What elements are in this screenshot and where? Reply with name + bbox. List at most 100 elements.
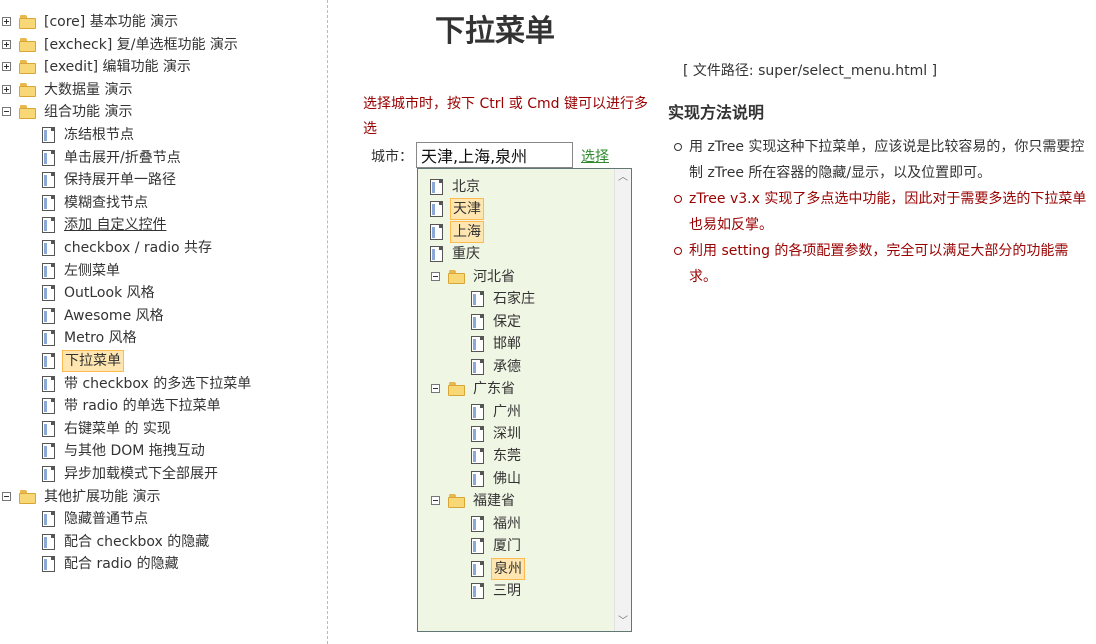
- demo-tree-item[interactable]: Metro 风格: [42, 327, 139, 349]
- demo-tree-item[interactable]: 异步加载模式下全部展开: [42, 463, 220, 485]
- demo-tree-item[interactable]: 添加 自定义控件: [42, 214, 168, 236]
- demo-tree-item[interactable]: 带 checkbox 的多选下拉菜单: [42, 373, 253, 395]
- demo-tree-item[interactable]: 单击展开/折叠节点: [42, 147, 183, 169]
- demo-tree-item[interactable]: 保持展开单一路径: [42, 169, 178, 191]
- city-tree-item[interactable]: 广州: [471, 401, 523, 423]
- tree-node-label[interactable]: 保持展开单一路径: [62, 170, 178, 190]
- demo-tree-item[interactable]: 冻结根节点: [42, 124, 136, 146]
- collapse-icon[interactable]: [1, 106, 13, 118]
- city-tree-item[interactable]: 上海: [430, 220, 484, 243]
- tree-node-label[interactable]: 配合 checkbox 的隐藏: [62, 532, 211, 552]
- city-tree-item[interactable]: 北京: [430, 176, 482, 198]
- city-tree-item[interactable]: 福州: [471, 513, 523, 535]
- expand-icon[interactable]: [1, 84, 13, 96]
- tree-node-label[interactable]: 广州: [491, 402, 523, 422]
- tree-node-label[interactable]: 冻结根节点: [62, 125, 136, 145]
- tree-node-label[interactable]: 东莞: [491, 446, 523, 466]
- tree-node-label[interactable]: 带 checkbox 的多选下拉菜单: [62, 374, 253, 394]
- tree-node-label[interactable]: 三明: [491, 581, 523, 601]
- expand-icon[interactable]: [1, 61, 13, 73]
- tree-node-label[interactable]: 泉州: [491, 557, 525, 580]
- demo-tree-item[interactable]: 右键菜单 的 实现: [42, 418, 173, 440]
- tree-node-label[interactable]: 天津: [450, 198, 484, 221]
- tree-node-label[interactable]: 下拉菜单: [62, 350, 124, 372]
- tree-node-label[interactable]: 右键菜单 的 实现: [62, 419, 173, 439]
- tree-node-label[interactable]: 石家庄: [491, 289, 537, 309]
- collapse-icon[interactable]: [430, 495, 442, 507]
- tree-node-label[interactable]: 添加 自定义控件: [62, 215, 168, 235]
- city-tree-item[interactable]: 邯郸: [471, 333, 523, 355]
- demo-tree-item[interactable]: 组合功能 演示: [1, 101, 134, 123]
- tree-node-label[interactable]: 重庆: [450, 244, 482, 264]
- city-tree-item[interactable]: 泉州: [471, 557, 525, 580]
- city-tree-item[interactable]: 三明: [471, 580, 523, 602]
- tree-node-label[interactable]: 上海: [450, 220, 484, 243]
- select-link[interactable]: 选择: [581, 146, 609, 166]
- tree-node-label[interactable]: 大数据量 演示: [42, 80, 134, 100]
- city-tree-item[interactable]: 河北省: [430, 266, 517, 288]
- file-icon: [430, 246, 443, 263]
- tree-node-label[interactable]: 保定: [491, 312, 523, 332]
- demo-tree-item[interactable]: 大数据量 演示: [1, 79, 134, 101]
- tree-node-label[interactable]: OutLook 风格: [62, 283, 157, 303]
- tree-node-label[interactable]: 隐藏普通节点: [62, 509, 150, 529]
- file-icon: [430, 201, 443, 218]
- tree-node-label[interactable]: 福建省: [471, 491, 517, 511]
- tree-node-label[interactable]: 配合 radio 的隐藏: [62, 554, 181, 574]
- city-tree-item[interactable]: 保定: [471, 311, 523, 333]
- dropdown-scrollbar[interactable]: ︿ ﹀: [614, 169, 631, 631]
- tree-node-label[interactable]: 单击展开/折叠节点: [62, 148, 183, 168]
- file-path: [ 文件路径: super/select_menu.html ]: [683, 63, 938, 79]
- tree-node-label[interactable]: 佛山: [491, 469, 523, 489]
- demo-tree-item[interactable]: [exedit] 编辑功能 演示: [1, 56, 193, 78]
- city-input[interactable]: [416, 142, 573, 168]
- city-tree-item[interactable]: 承德: [471, 356, 523, 378]
- tree-node-label[interactable]: checkbox / radio 共存: [62, 238, 214, 258]
- city-tree-item[interactable]: 佛山: [471, 468, 523, 490]
- tree-node-label[interactable]: 福州: [491, 514, 523, 534]
- city-tree-item[interactable]: 东莞: [471, 445, 523, 467]
- collapse-icon[interactable]: [430, 271, 442, 283]
- tree-node-label[interactable]: 承德: [491, 357, 523, 377]
- tree-node-label[interactable]: 组合功能 演示: [42, 102, 134, 122]
- demo-tree-item[interactable]: OutLook 风格: [42, 282, 157, 304]
- tree-node-label[interactable]: 河北省: [471, 267, 517, 287]
- tree-node-label[interactable]: Metro 风格: [62, 328, 139, 348]
- tree-node-label[interactable]: 广东省: [471, 379, 517, 399]
- city-tree-item[interactable]: 石家庄: [471, 288, 537, 310]
- city-tree-item[interactable]: 深圳: [471, 423, 523, 445]
- demo-tree-item[interactable]: 其他扩展功能 演示: [1, 486, 162, 508]
- demo-tree-item[interactable]: 隐藏普通节点: [42, 508, 150, 530]
- tree-node-label[interactable]: 模糊查找节点: [62, 193, 150, 213]
- demo-tree-item[interactable]: 配合 checkbox 的隐藏: [42, 531, 211, 553]
- demo-tree-item[interactable]: Awesome 风格: [42, 305, 166, 327]
- tree-node-label[interactable]: 邯郸: [491, 334, 523, 354]
- city-tree-item[interactable]: 福建省: [430, 490, 517, 512]
- city-dropdown-menu[interactable]: ︿ ﹀ 北京 天津 上海 重庆河北省 石家庄保定 邯郸承德 广东省广州 深圳 东莞佛山 福建省福州…: [417, 168, 632, 632]
- demo-tree-item[interactable]: 带 radio 的单选下拉菜单: [42, 395, 223, 417]
- tree-node-label[interactable]: 深圳: [491, 424, 523, 444]
- tree-node-label[interactable]: 带 radio 的单选下拉菜单: [62, 396, 223, 416]
- tree-node-label[interactable]: 异步加载模式下全部展开: [62, 464, 220, 484]
- collapse-icon[interactable]: [430, 383, 442, 395]
- city-tree-item[interactable]: 重庆: [430, 243, 482, 265]
- tree-node-label[interactable]: [exedit] 编辑功能 演示: [42, 57, 193, 77]
- tree-node-label[interactable]: 北京: [450, 177, 482, 197]
- demo-tree-item[interactable]: 模糊查找节点: [42, 192, 150, 214]
- tree-node-label[interactable]: Awesome 风格: [62, 306, 166, 326]
- demo-tree-item[interactable]: 与其他 DOM 拖拽互动: [42, 440, 207, 462]
- tree-node-label[interactable]: 其他扩展功能 演示: [42, 487, 162, 507]
- scroll-down-icon[interactable]: ﹀: [618, 617, 628, 627]
- city-tree-item[interactable]: 厦门: [471, 535, 523, 557]
- demo-tree-item[interactable]: checkbox / radio 共存: [42, 237, 214, 259]
- city-tree-item[interactable]: 天津: [430, 198, 484, 221]
- collapse-icon[interactable]: [1, 491, 13, 503]
- scroll-up-icon[interactable]: ︿: [618, 173, 628, 183]
- demo-tree-item[interactable]: 下拉菜单: [42, 350, 124, 372]
- tree-node-label[interactable]: 左侧菜单: [62, 261, 122, 281]
- demo-tree-item[interactable]: 左侧菜单: [42, 260, 122, 282]
- city-tree-item[interactable]: 广东省: [430, 378, 517, 400]
- tree-node-label[interactable]: 与其他 DOM 拖拽互动: [62, 441, 207, 461]
- demo-tree-item[interactable]: 配合 radio 的隐藏: [42, 553, 181, 575]
- tree-node-label[interactable]: 厦门: [491, 536, 523, 556]
